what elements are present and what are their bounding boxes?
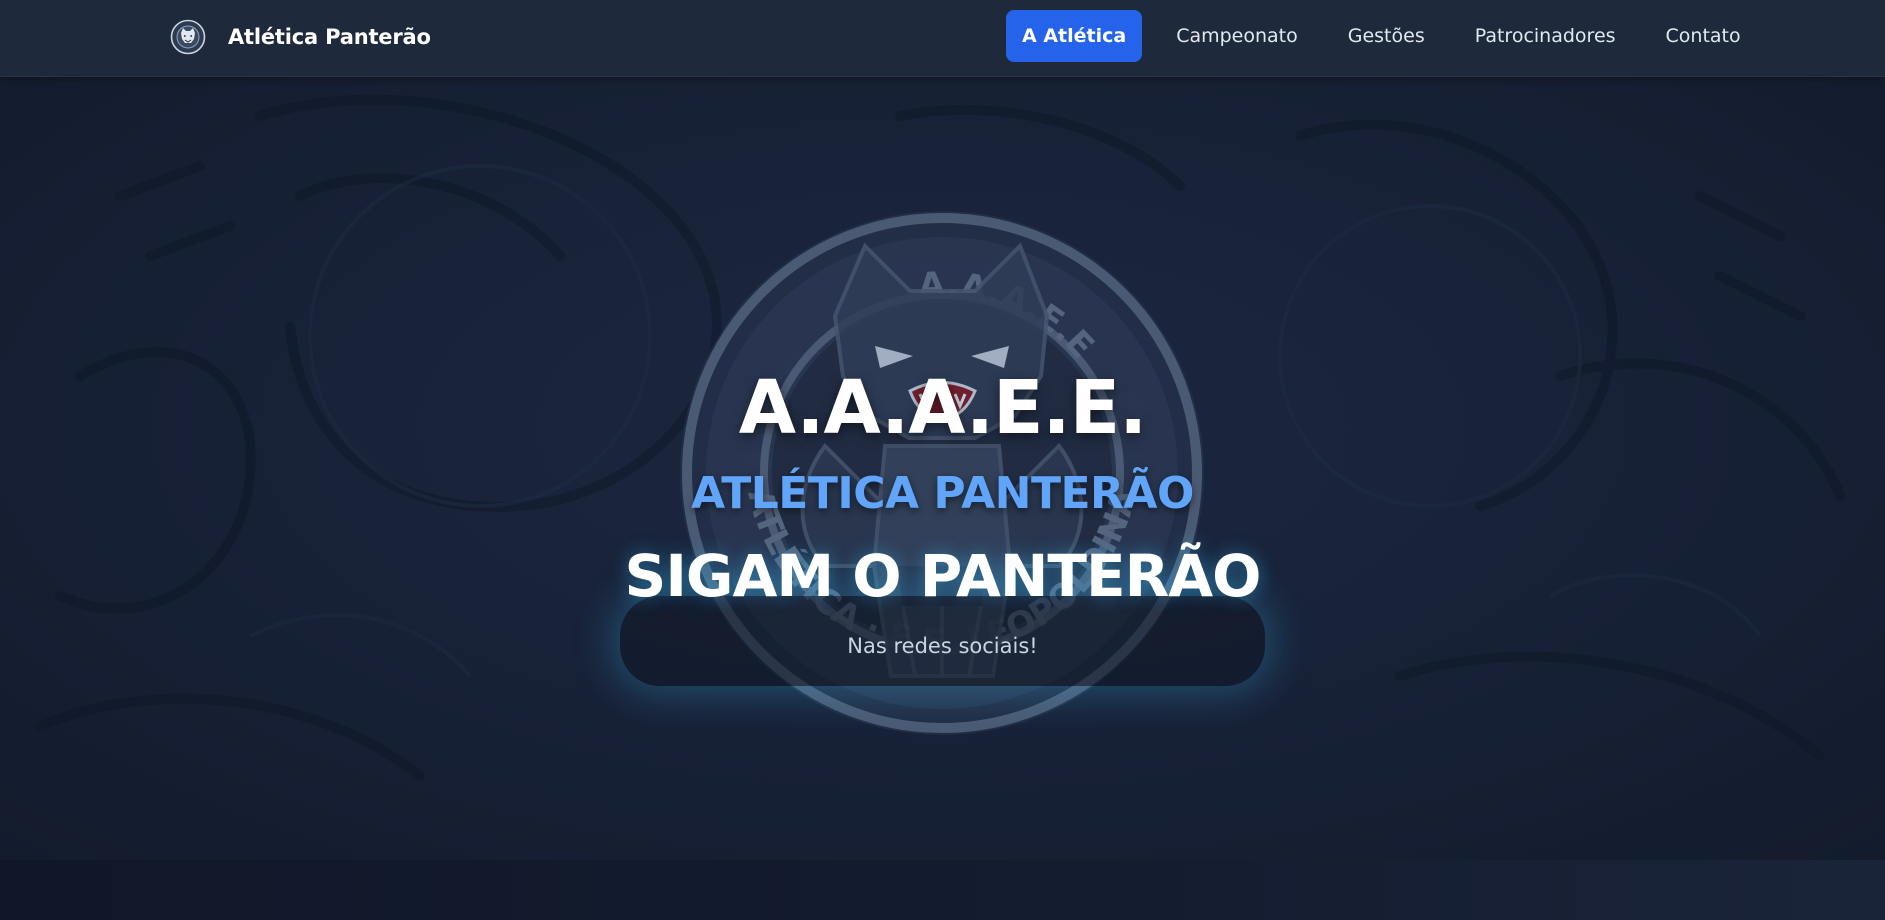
- panther-crest-icon: [170, 19, 206, 55]
- hero-subtitle: ATLÉTICA PANTERÃO: [691, 468, 1194, 519]
- brand-link[interactable]: Atlética Panterão: [170, 18, 431, 56]
- top-navbar: Atlética Panterão A Atlética Campeonato …: [0, 0, 1885, 77]
- hero-section: A.A.A.E.E ATLÉTICA · E.E. LEOPOLDINA A.A…: [0, 76, 1885, 860]
- next-section-edge: [0, 860, 1885, 920]
- nav-link-campeonato[interactable]: Campeonato: [1160, 10, 1314, 62]
- nav-links: A Atlética Campeonato Gestões Patrocinad…: [1006, 10, 1757, 62]
- brand-name: Atlética Panterão: [228, 25, 431, 49]
- nav-link-a-atletica[interactable]: A Atlética: [1006, 10, 1143, 62]
- hero-content: A.A.A.E.E. ATLÉTICA PANTERÃO: [0, 76, 1885, 860]
- nav-link-patrocinadores[interactable]: Patrocinadores: [1459, 10, 1632, 62]
- hero-title: A.A.A.E.E.: [738, 365, 1148, 451]
- follow-subtitle: Nas redes sociais!: [847, 634, 1038, 658]
- nav-link-contato[interactable]: Contato: [1650, 10, 1757, 62]
- nav-link-gestoes[interactable]: Gestões: [1332, 10, 1441, 62]
- follow-title: SIGAM O PANTERÃO: [624, 542, 1262, 610]
